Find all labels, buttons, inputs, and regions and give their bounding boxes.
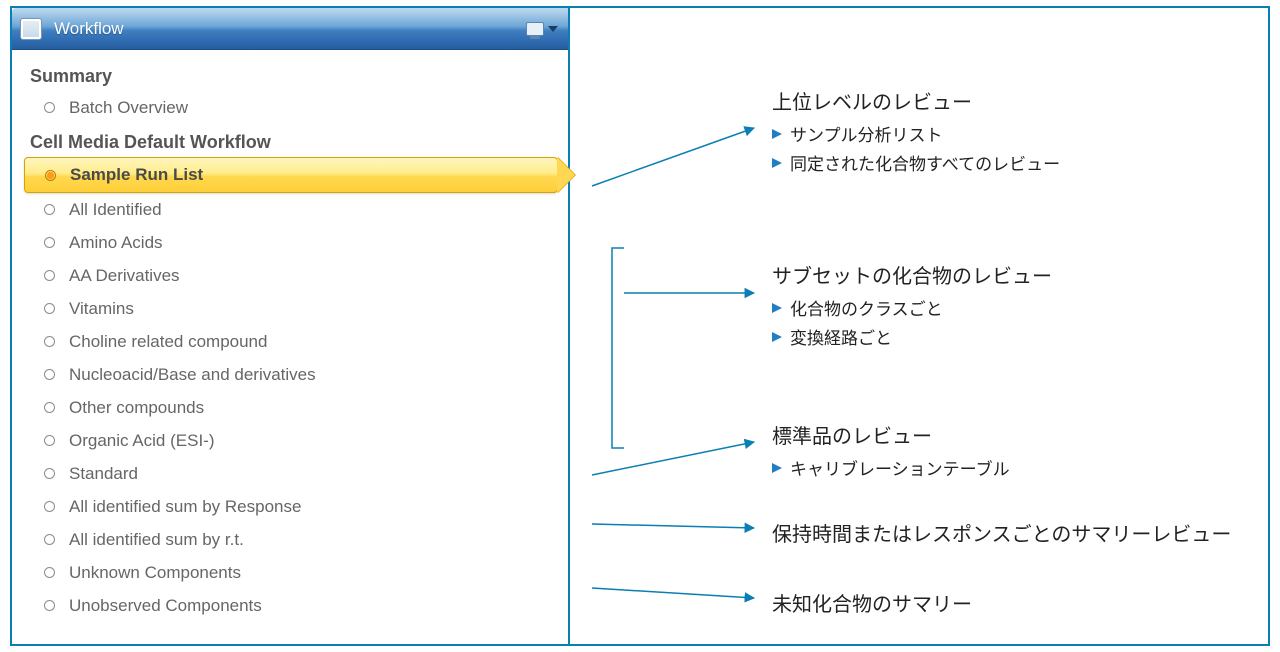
summary-section-header: Summary bbox=[30, 58, 558, 91]
radio-icon bbox=[44, 102, 55, 113]
workflow-item-sample-run-list[interactable]: Sample Run List bbox=[24, 157, 558, 193]
annotation-bullet: 変換経路ごと bbox=[772, 324, 1052, 349]
annotation-summary-review: 保持時間またはレスポンスごとのサマリーレビュー bbox=[772, 518, 1231, 553]
annotation-top-level-review: 上位レベルのレビュー サンプル分析リスト 同定された化合物すべてのレビュー bbox=[772, 86, 1060, 179]
workflow-item-label: All identified sum by r.t. bbox=[69, 530, 244, 550]
panel-titlebar: Workflow bbox=[12, 8, 568, 50]
workflow-item-label: Unobserved Components bbox=[69, 596, 262, 616]
workflow-item-label: Organic Acid (ESI-) bbox=[69, 431, 215, 451]
workflow-item-label: Sample Run List bbox=[70, 165, 203, 185]
radio-icon bbox=[44, 402, 55, 413]
annotation-title: 未知化合物のサマリー bbox=[772, 588, 972, 617]
radio-icon bbox=[44, 237, 55, 248]
workflow-item-label: Vitamins bbox=[69, 299, 134, 319]
radio-icon bbox=[44, 336, 55, 347]
annotation-bullet: 同定された化合物すべてのレビュー bbox=[772, 150, 1060, 175]
workflow-item-standard[interactable]: Standard bbox=[30, 457, 558, 490]
triangle-bullet-icon bbox=[772, 303, 782, 313]
radio-icon bbox=[44, 435, 55, 446]
chevron-down-icon bbox=[548, 26, 558, 32]
workflow-item-label: Nucleoacid/Base and derivatives bbox=[69, 365, 316, 385]
workflow-item-other-compounds[interactable]: Other compounds bbox=[30, 391, 558, 424]
workflow-item-all-identified[interactable]: All Identified bbox=[30, 193, 558, 226]
workflow-item-label: Choline related compound bbox=[69, 332, 267, 352]
workflow-item-unobserved-components[interactable]: Unobserved Components bbox=[30, 589, 558, 622]
workflow-item-label: Amino Acids bbox=[69, 233, 163, 253]
annotation-bullet: 化合物のクラスごと bbox=[772, 295, 1052, 320]
monitor-icon bbox=[526, 22, 544, 36]
workflow-item-label: All identified sum by Response bbox=[69, 497, 301, 517]
workflow-item-nucleoacid[interactable]: Nucleoacid/Base and derivatives bbox=[30, 358, 558, 391]
radio-icon bbox=[44, 501, 55, 512]
annotation-bullet: キャリブレーションテーブル bbox=[772, 455, 1010, 480]
radio-icon bbox=[44, 468, 55, 479]
workflow-item-vitamins[interactable]: Vitamins bbox=[30, 292, 558, 325]
app-icon bbox=[20, 18, 42, 40]
triangle-bullet-icon bbox=[772, 332, 782, 342]
workflow-item-label: AA Derivatives bbox=[69, 266, 180, 286]
triangle-bullet-icon bbox=[772, 463, 782, 473]
workflow-item-unknown-components[interactable]: Unknown Components bbox=[30, 556, 558, 589]
radio-icon bbox=[44, 600, 55, 611]
annotation-title: サブセットの化合物のレビュー bbox=[772, 260, 1052, 289]
workflow-item-label: Other compounds bbox=[69, 398, 204, 418]
radio-icon bbox=[45, 170, 56, 181]
workflow-item-label: Unknown Components bbox=[69, 563, 241, 583]
workflow-section-header: Cell Media Default Workflow bbox=[30, 124, 558, 157]
workflow-item-label: Standard bbox=[69, 464, 138, 484]
annotation-panel: 上位レベルのレビュー サンプル分析リスト 同定された化合物すべてのレビュー サブ… bbox=[572, 8, 1272, 646]
workflow-item-organic-acid[interactable]: Organic Acid (ESI-) bbox=[30, 424, 558, 457]
annotation-title: 上位レベルのレビュー bbox=[772, 86, 1060, 115]
annotation-subset-review: サブセットの化合物のレビュー 化合物のクラスごと 変換経路ごと bbox=[772, 260, 1052, 353]
radio-icon bbox=[44, 303, 55, 314]
workflow-item-amino-acids[interactable]: Amino Acids bbox=[30, 226, 558, 259]
annotation-unknown-summary: 未知化合物のサマリー bbox=[772, 588, 972, 623]
triangle-bullet-icon bbox=[772, 158, 782, 168]
radio-icon bbox=[44, 369, 55, 380]
workflow-item-batch-overview[interactable]: Batch Overview bbox=[30, 91, 558, 124]
workflow-panel: Workflow Summary Batch Overview Cell Med… bbox=[12, 8, 570, 644]
workflow-item-aa-derivatives[interactable]: AA Derivatives bbox=[30, 259, 558, 292]
panel-title: Workflow bbox=[54, 19, 526, 39]
workflow-item-label: Batch Overview bbox=[69, 98, 188, 118]
workflow-item-label: All Identified bbox=[69, 200, 162, 220]
radio-icon bbox=[44, 204, 55, 215]
triangle-bullet-icon bbox=[772, 129, 782, 139]
radio-icon bbox=[44, 534, 55, 545]
workflow-item-sum-by-rt[interactable]: All identified sum by r.t. bbox=[30, 523, 558, 556]
annotation-standard-review: 標準品のレビュー キャリブレーションテーブル bbox=[772, 420, 1010, 484]
workflow-item-choline[interactable]: Choline related compound bbox=[30, 325, 558, 358]
radio-icon bbox=[44, 567, 55, 578]
panel-options-button[interactable] bbox=[526, 22, 558, 36]
annotation-title: 標準品のレビュー bbox=[772, 420, 1010, 449]
annotation-title: 保持時間またはレスポンスごとのサマリーレビュー bbox=[772, 518, 1231, 547]
workflow-item-sum-by-response[interactable]: All identified sum by Response bbox=[30, 490, 558, 523]
radio-icon bbox=[44, 270, 55, 281]
annotation-bullet: サンプル分析リスト bbox=[772, 121, 1060, 146]
